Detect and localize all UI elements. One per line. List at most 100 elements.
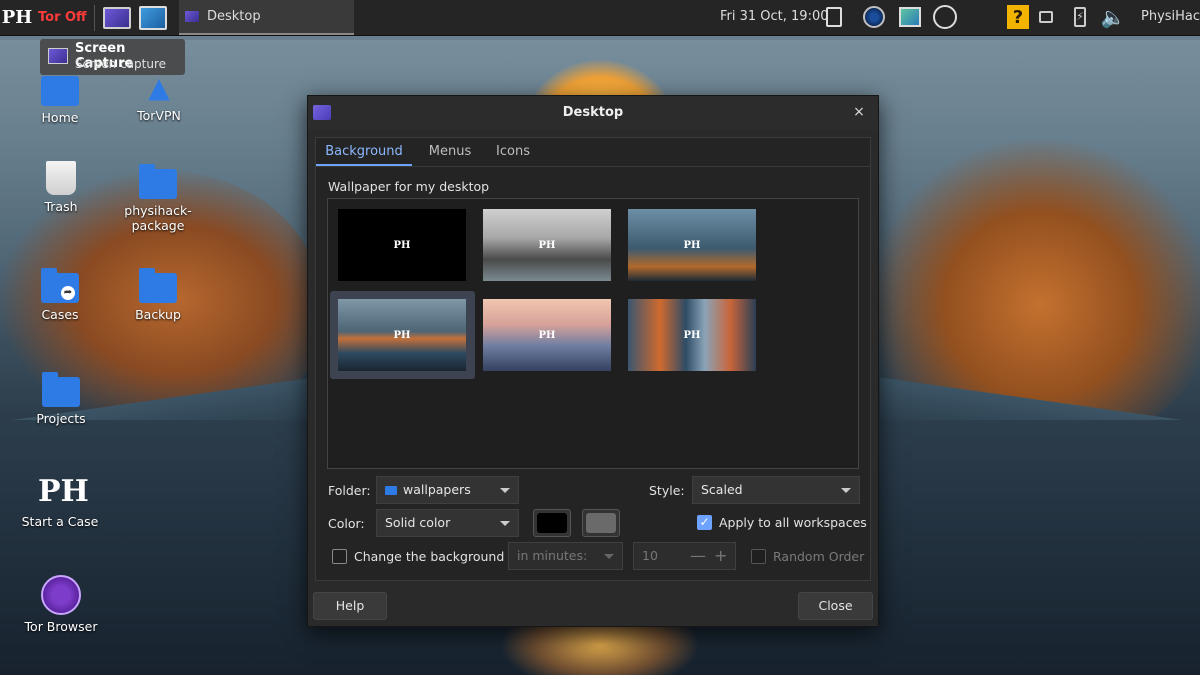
- wallpaper-thumbnail-sunset-road[interactable]: PH: [338, 299, 466, 371]
- random-order-checkbox[interactable]: [751, 549, 766, 564]
- interval-unit-select[interactable]: in minutes:: [508, 542, 623, 570]
- primary-color-button[interactable]: [533, 509, 571, 537]
- trash-icon: [46, 161, 76, 195]
- window-list-button[interactable]: [1032, 3, 1060, 31]
- interval-unit-value: in minutes:: [517, 548, 588, 563]
- apply-all-workspaces-label: Apply to all workspaces: [719, 515, 867, 530]
- interval-value: 10: [642, 548, 658, 563]
- tab-background[interactable]: Background: [316, 138, 412, 166]
- desktop-icon-label: Trash: [44, 199, 78, 214]
- system-monitor-icon: [899, 7, 921, 27]
- help-button[interactable]: Help: [313, 592, 387, 620]
- shared-folder-icon: ➦: [41, 268, 79, 303]
- network-icon: [863, 6, 885, 28]
- screen-capture-icon: [48, 48, 68, 64]
- thumbnail-logo: PH: [393, 239, 411, 251]
- desktop-icon-home[interactable]: Home: [10, 76, 110, 125]
- help-button[interactable]: ?: [1004, 3, 1032, 31]
- desktop-icon-label: Start a Case: [21, 514, 99, 529]
- monitor-icon: [139, 5, 167, 30]
- system-monitor-button[interactable]: [896, 3, 924, 31]
- close-icon[interactable]: ×: [850, 103, 868, 121]
- tab-icons[interactable]: Icons: [484, 138, 542, 166]
- screen-capture-launcher[interactable]: [102, 3, 132, 33]
- desktop-icon-label: Projects: [36, 411, 86, 426]
- desktop-icon-torvpn[interactable]: ▲ TorVPN: [109, 71, 209, 124]
- plus-icon[interactable]: +: [714, 543, 727, 569]
- desktop-icon-label: Home: [41, 110, 79, 125]
- speedometer-button[interactable]: [931, 3, 959, 31]
- clipboard-button[interactable]: [820, 3, 848, 31]
- chevron-down-icon: [500, 488, 510, 493]
- screen-capture-tooltip: Screen Capture Screen capture: [40, 39, 185, 75]
- taskbar-window-label: Desktop: [207, 9, 261, 24]
- wallpaper-thumbnail-city[interactable]: PH: [628, 299, 756, 371]
- wallpaper-thumbnail-misty-lake[interactable]: PH: [483, 209, 611, 281]
- physihack-logo-icon: PH: [38, 474, 89, 509]
- taskbar-window-desktop[interactable]: Desktop: [179, 0, 354, 35]
- folder-icon: [385, 486, 397, 495]
- folder-icon: [42, 372, 80, 407]
- secondary-color-button[interactable]: [582, 509, 620, 537]
- menu-logo-button[interactable]: PH: [2, 3, 33, 33]
- thumbnail-logo: PH: [393, 329, 411, 341]
- chevron-down-icon: [841, 488, 851, 493]
- clipboard-icon: [826, 7, 842, 27]
- tab-bar: Background Menus Icons: [316, 138, 870, 167]
- network-button[interactable]: [860, 3, 888, 31]
- random-order-label: Random Order: [773, 549, 865, 564]
- vpn-icon: ▲: [148, 71, 170, 104]
- color-mode-select[interactable]: Solid color: [376, 509, 519, 537]
- desktop-settings-dialog: Desktop × Background Menus Icons Wallpap…: [307, 95, 879, 627]
- style-select[interactable]: Scaled: [692, 476, 860, 504]
- desktop-icon-physihack-package[interactable]: physihack-package: [108, 164, 208, 233]
- thumbnail-logo: PH: [683, 329, 701, 341]
- folder-select[interactable]: wallpapers: [376, 476, 519, 504]
- tooltip-subtitle: Screen capture: [75, 57, 167, 71]
- wallpaper-thumbnail-pastel-clouds[interactable]: PH: [483, 299, 611, 371]
- battery-button[interactable]: ⚡: [1066, 3, 1094, 31]
- wallpaper-section-label: Wallpaper for my desktop: [328, 179, 490, 194]
- volume-button[interactable]: 🔈: [1099, 3, 1127, 31]
- secondary-color-swatch: [586, 513, 616, 533]
- desktop-icon-label: Backup: [135, 307, 181, 322]
- top-panel: PH Tor Off Desktop Fri 31 Oct, 19:00 ? ⚡…: [0, 0, 1200, 36]
- folder-label: Folder:: [328, 483, 371, 498]
- wallpaper-thumbnail-black[interactable]: PH: [338, 209, 466, 281]
- clock[interactable]: Fri 31 Oct, 19:00: [720, 9, 829, 24]
- apply-all-workspaces-checkbox[interactable]: ✓: [697, 515, 712, 530]
- style-select-value: Scaled: [701, 482, 743, 497]
- tab-menus[interactable]: Menus: [418, 138, 482, 166]
- desktop-icon-trash[interactable]: Trash: [11, 161, 111, 214]
- wallpaper-grid[interactable]: PH PH PH PH PH PH: [327, 198, 859, 469]
- desktop-icon-start-a-case[interactable]: PH Start a Case: [10, 474, 110, 529]
- user-menu[interactable]: PhysiHack: [1141, 9, 1200, 24]
- desktop-icon-cases[interactable]: ➦ Cases: [10, 268, 110, 322]
- settings-notebook: Background Menus Icons Wallpaper for my …: [315, 137, 871, 581]
- display-settings-launcher[interactable]: [138, 3, 168, 33]
- minus-icon[interactable]: —: [690, 543, 706, 569]
- folder-select-value: wallpapers: [403, 482, 471, 497]
- desktop-icon-label: physihack-package: [124, 203, 192, 233]
- folder-icon: [139, 268, 177, 303]
- window-icon: [1039, 11, 1053, 23]
- thumbnail-logo: PH: [538, 329, 556, 341]
- interval-spinbox[interactable]: 10 — +: [633, 542, 736, 570]
- change-background-checkbox[interactable]: [332, 549, 347, 564]
- desktop-icon-tor-browser[interactable]: Tor Browser: [11, 575, 111, 634]
- change-background-label: Change the background: [354, 549, 505, 564]
- dialog-titlebar[interactable]: Desktop ×: [308, 96, 878, 130]
- thumbnail-logo: PH: [683, 239, 701, 251]
- folder-icon: [139, 164, 177, 199]
- tor-status-toggle[interactable]: Tor Off: [38, 10, 90, 25]
- primary-color-swatch: [537, 513, 567, 533]
- desktop-icon-projects[interactable]: Projects: [11, 372, 111, 426]
- share-icon: ➦: [61, 286, 75, 300]
- wallpaper-thumbnail-desk[interactable]: PH: [628, 209, 756, 281]
- style-label: Style:: [649, 483, 685, 498]
- desktop-icon-label: Cases: [41, 307, 79, 322]
- chevron-down-icon: [500, 521, 510, 526]
- desktop-icon-backup[interactable]: Backup: [108, 268, 208, 322]
- thumbnail-logo: PH: [538, 239, 556, 251]
- close-button[interactable]: Close: [798, 592, 873, 620]
